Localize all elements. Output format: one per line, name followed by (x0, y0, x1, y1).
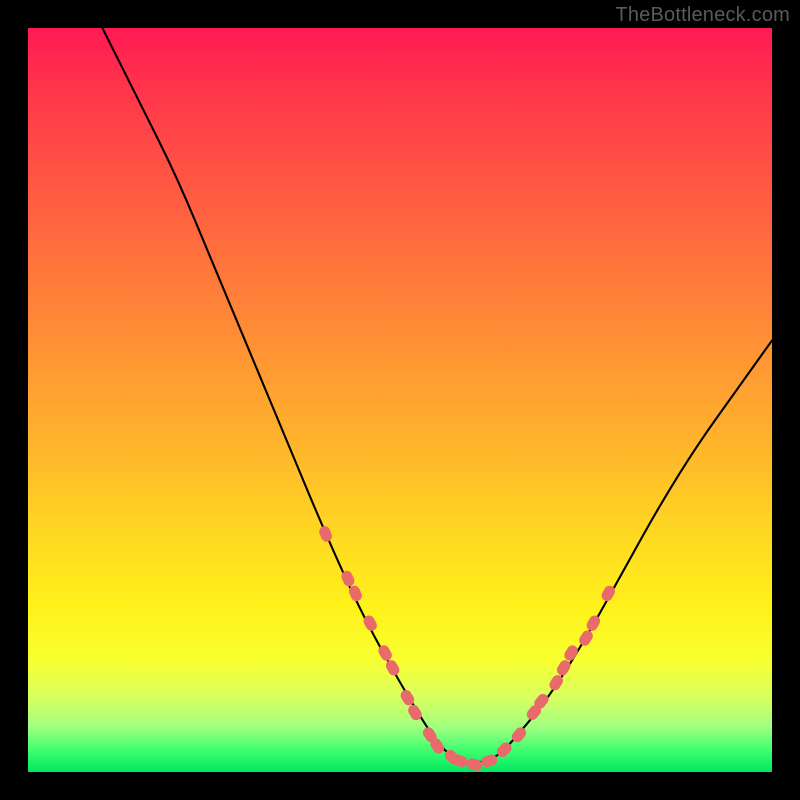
chart-frame: TheBottleneck.com (0, 0, 800, 800)
chart-svg (28, 28, 772, 772)
curve-marker (384, 658, 401, 677)
curve-marker (465, 757, 484, 772)
curve-marker (555, 658, 573, 677)
chart-plot-area (28, 28, 772, 772)
marker-group (317, 524, 617, 772)
bottleneck-curve (102, 28, 772, 763)
watermark-text: TheBottleneck.com (615, 4, 790, 27)
curve-marker (577, 628, 595, 647)
curve-marker (585, 614, 602, 633)
curve-marker (562, 643, 580, 662)
curve-marker (317, 524, 333, 543)
